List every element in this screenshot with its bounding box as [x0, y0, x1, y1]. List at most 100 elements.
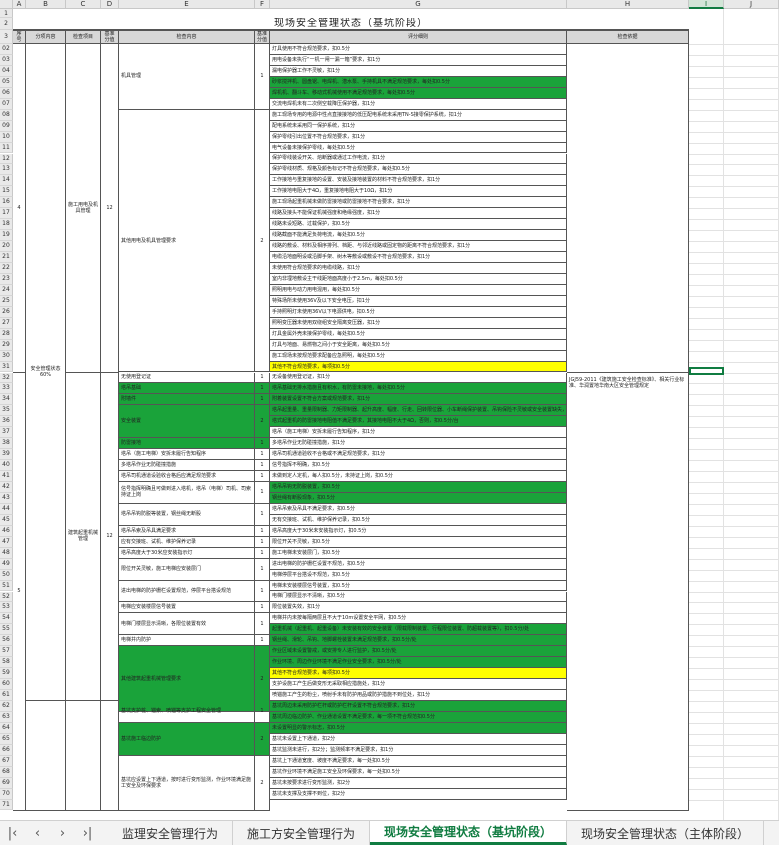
check-content-cell[interactable]: 电梯井内防护 [119, 635, 255, 647]
rule-cell[interactable]: 焊机机、翻斗车、移动式机械使用不满足规范要求，每处扣0.5分 [270, 87, 567, 99]
row-header[interactable]: 60 [0, 679, 13, 691]
row-header[interactable]: 33 [0, 383, 13, 395]
score-cell[interactable]: 2 [255, 109, 270, 373]
row-header[interactable]: 38 [0, 438, 13, 450]
row-header[interactable]: 1 [0, 9, 13, 18]
rule-cell[interactable]: 基坑监测未进行，扣2分；监测频率不满足要求，扣1分 [270, 744, 567, 756]
row-header[interactable]: 26 [0, 306, 13, 318]
rule-cell[interactable]: 施工现场未按规范要求配备应急照明，每处扣0.5分 [270, 350, 567, 362]
row-header[interactable]: 55 [0, 624, 13, 636]
score-cell[interactable]: 1 [255, 580, 270, 603]
row-header[interactable]: 08 [0, 109, 13, 121]
row-header[interactable]: 37 [0, 427, 13, 439]
row-header[interactable]: 62 [0, 701, 13, 712]
column-header-f[interactable]: F [255, 0, 270, 9]
row-header[interactable]: 42 [0, 482, 13, 493]
next-sheet-icon[interactable]: › [50, 821, 75, 845]
score-cell[interactable]: 1 [255, 613, 270, 636]
prev-sheet-icon[interactable]: ‹ [25, 821, 50, 845]
row-header[interactable]: 52 [0, 591, 13, 603]
rule-cell[interactable]: 灯具与地面、易燃物之间小于安全距离，每处扣0.5分 [270, 339, 567, 351]
row-header[interactable]: 05 [0, 76, 13, 88]
rule-cell[interactable]: 喷锚施工产生的粉尘，喷射手未有防护用品或防护措施不到位处，扣1分 [270, 690, 567, 701]
column-header-g[interactable]: G [270, 0, 567, 9]
row-header[interactable]: 18 [0, 219, 13, 231]
rule-cell[interactable]: 作业区域未设置警戒，或安排专人进行监护，扣0.5分/处 [270, 646, 567, 658]
row-header[interactable]: 23 [0, 273, 13, 285]
row-header[interactable]: 46 [0, 525, 13, 537]
row-header[interactable]: 69 [0, 777, 13, 789]
row-header[interactable]: 06 [0, 87, 13, 99]
row-header[interactable]: 61 [0, 690, 13, 701]
row-header[interactable]: 20 [0, 241, 13, 253]
rule-cell[interactable]: 照明用电与动力用电混用，每处扣0.5分 [270, 284, 567, 296]
row-header[interactable]: 68 [0, 766, 13, 778]
seq-cell[interactable]: 5 [13, 372, 26, 811]
check-content-cell[interactable]: 基坑应设置上下通道，按时进行变形监测，作业环境满足施工安全及环保要求 [119, 755, 255, 811]
rule-cell[interactable]: 钢丝绳有断股现象，扣0.5分 [270, 492, 567, 504]
column-header-i[interactable]: I [689, 0, 724, 9]
check-content-cell[interactable]: 塔吊高度大于30米应安装指示灯 [119, 547, 255, 559]
row-header[interactable]: 43 [0, 492, 13, 504]
category-cell[interactable]: 安全管理状态60% [26, 44, 66, 701]
check-content-cell[interactable]: 防雷接地 [119, 438, 255, 450]
row-header[interactable]: 10 [0, 131, 13, 143]
rule-cell[interactable]: 其他不符合规范要求，每项扣0.5分 [270, 668, 567, 680]
rule-cell[interactable]: 保护零线材质、规格及颜色标记不符合规范要求，每处扣0.5分 [270, 164, 567, 176]
rule-cell[interactable]: 配电系统未采用同一保护系统，扣1分 [270, 120, 567, 132]
rule-cell[interactable]: 线路及接头不能保证机械强度和绝缘强度，扣1分 [270, 208, 567, 220]
rule-cell[interactable]: 灯具使用不符合规范要求，扣0.5分 [270, 44, 567, 55]
rule-cell[interactable]: 漏电保护器工作不灵敏，扣1分 [270, 65, 567, 77]
score-cell[interactable]: 1 [255, 547, 270, 559]
score-cell[interactable]: 2 [255, 755, 270, 811]
rule-cell[interactable]: 基坑未按要求进行变形监测，扣2分 [270, 777, 567, 789]
row-header[interactable]: 36 [0, 416, 13, 428]
row-header[interactable]: 71 [0, 799, 13, 811]
check-content-cell[interactable]: 机具管理 [119, 44, 255, 110]
base-score-cell[interactable] [101, 701, 119, 811]
item-cell[interactable] [66, 701, 101, 811]
rule-cell[interactable]: 作业环境、周边作业环境不满足作业安全要求，扣0.5分/处 [270, 657, 567, 669]
column-title[interactable]: 评分细则 [270, 30, 567, 44]
rule-cell[interactable]: 用电设备未执行“一机一闸一漏一箱”要求，扣1分 [270, 54, 567, 66]
rule-cell[interactable]: 施工现场起重机械未做防雷接地或防雷接地不符合要求，扣1分 [270, 197, 567, 209]
rule-cell[interactable]: 室内非埋地敷设主干线距地面高度小于2.5m，每处扣0.5分 [270, 273, 567, 285]
score-cell[interactable]: 1 [255, 383, 270, 395]
rule-cell[interactable]: 支护设施工产生后做变形无采取相应措施处，扣1分 [270, 679, 567, 691]
check-content-cell[interactable]: 塔吊基础 [119, 383, 255, 395]
row-header[interactable]: 35 [0, 405, 13, 417]
column-header-h[interactable]: H [567, 0, 689, 9]
rule-cell[interactable]: 无有交接班、试机、维护保养记录，扣0.5分 [270, 514, 567, 526]
rule-cell[interactable]: 砂浆搅拌机、圆盘锯、电焊机、潜水泵、手持机具不满足规范要求，每处扣0.5分 [270, 76, 567, 88]
check-content-cell[interactable]: 应有交接班、试机、维护保养记录 [119, 536, 255, 548]
rule-cell[interactable]: 线路的敷设、材料及相序排列、档距、与邻近线路或固定物的距离不符合规范要求，扣1分 [270, 241, 567, 253]
column-title[interactable]: 基准分值 [255, 30, 270, 44]
rule-cell[interactable]: 施工电梯未安装层门，扣0.5分 [270, 547, 567, 559]
row-header[interactable]: 67 [0, 755, 13, 767]
row-header[interactable]: 49 [0, 558, 13, 570]
score-cell[interactable]: 1 [255, 558, 270, 581]
column-title[interactable]: 检查内容 [119, 30, 255, 44]
row-header[interactable]: 25 [0, 295, 13, 307]
row-header[interactable]: 66 [0, 744, 13, 756]
rule-cell[interactable]: 塔吊司机通道验收不合格或不满足规范要求，扣1分 [270, 449, 567, 461]
rule-cell[interactable]: 塔吊基础无排水措施且有积水，有防雷未接地，每处扣0.5分 [270, 383, 567, 395]
row-header[interactable]: 28 [0, 328, 13, 340]
rule-cell[interactable]: 工作接地与重复接地的设置、安装及接地装置的材料不符合规范要求，扣1分 [270, 175, 567, 187]
spreadsheet-grid[interactable]: ABCDEFGHIJ 1 2 3 02 03 04 05 06 07 08 09 10 11 12 13 14… [0, 0, 779, 820]
column-header-b[interactable]: B [26, 0, 66, 9]
rule-cell[interactable]: 未做到定人定机，每人扣0.5分，未持证上岗，扣0.5分 [270, 471, 567, 482]
check-content-cell[interactable]: 塔吊（施工电梯）安拆未履行告知程序 [119, 449, 255, 461]
row-header[interactable]: 02 [0, 44, 13, 55]
check-content-cell[interactable]: 塔吊司机通道设验收合格后应满足规范要求 [119, 471, 255, 482]
rule-cell[interactable]: 基坑上下通道宽度、坡度不满足要求，每一处扣0.5分 [270, 755, 567, 767]
score-cell[interactable]: 2 [255, 722, 270, 756]
page-title[interactable]: 现场安全管理状态（基坑阶段） [13, 18, 689, 30]
seq-cell[interactable]: 4 [13, 44, 26, 373]
row-header[interactable]: 04 [0, 65, 13, 77]
row-header[interactable]: 13 [0, 164, 13, 176]
row-header[interactable]: 22 [0, 263, 13, 274]
row-header[interactable]: 48 [0, 547, 13, 559]
row-header[interactable]: 27 [0, 317, 13, 329]
score-cell[interactable]: 1 [255, 372, 270, 384]
